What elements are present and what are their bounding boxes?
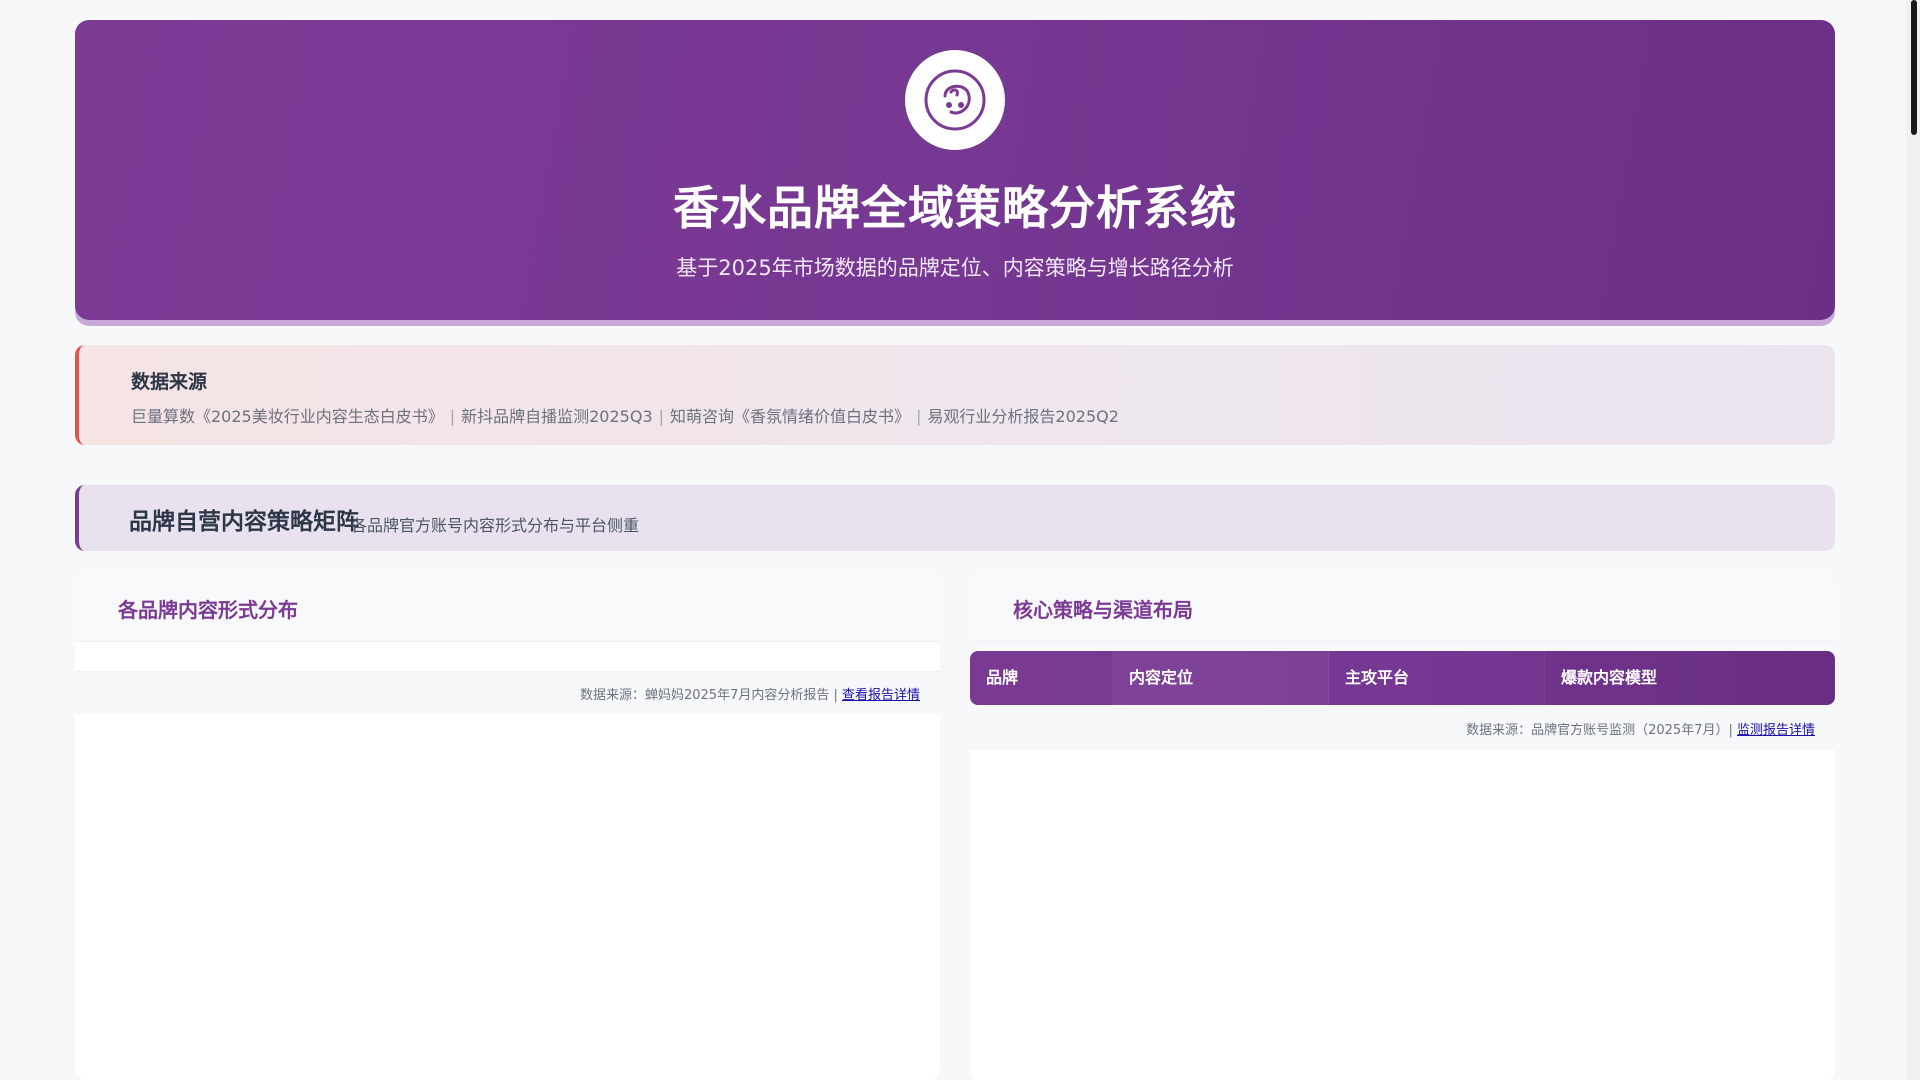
- scrollbar-thumb[interactable]: [1911, 0, 1917, 135]
- perfume-face-icon: [924, 69, 986, 131]
- section-title: 品牌自营内容策略矩阵: [129, 509, 359, 535]
- data-sources-panel: 数据来源 巨量算数《2025美妆行业内容生态白皮书》 | 新抖品牌自播监测2025Q…: [75, 345, 1835, 445]
- data-sources-title: 数据来源: [131, 371, 208, 393]
- card-title: 核心策略与渠道布局: [1013, 598, 1193, 622]
- column-header-brand: 品牌: [970, 651, 1113, 705]
- content-format-card: 各品牌内容形式分布 数据来源：蝉妈妈2025年7月内容分析报告 | 查看报告详情: [75, 572, 940, 1080]
- column-header-viral-model: 爆款内容模型: [1545, 651, 1835, 705]
- page-subtitle: 基于2025年市场数据的品牌定位、内容策略与增长路径分析: [676, 256, 1234, 280]
- source-item: 新抖品牌自播监测2025Q3: [461, 407, 653, 426]
- monitoring-report-link[interactable]: 监测报告详情: [1737, 723, 1815, 738]
- logo: [905, 50, 1005, 150]
- source-separator: |: [449, 407, 456, 426]
- report-detail-link[interactable]: 查看报告详情: [842, 688, 920, 703]
- source-note: 数据来源：蝉妈妈2025年7月内容分析报告 | 查看报告详情: [580, 684, 920, 703]
- source-separator: |: [916, 407, 922, 426]
- source-item: 巨量算数《2025美妆行业内容生态白皮书》: [131, 407, 444, 426]
- column-header-platform: 主攻平台: [1329, 651, 1545, 705]
- strategy-channel-card: 核心策略与渠道布局 品牌 内容定位 主攻平台 爆款内容模型 数据来源：品牌官方账…: [970, 572, 1835, 1080]
- card-title: 各品牌内容形式分布: [118, 598, 298, 622]
- strategy-table-header: 品牌 内容定位 主攻平台 爆款内容模型: [970, 651, 1835, 705]
- page: 香水品牌全域策略分析系统 基于2025年市场数据的品牌定位、内容策略与增长路径分…: [0, 0, 1920, 1080]
- source-note-text: 数据来源：品牌官方账号监测（2025年7月）|: [1466, 723, 1737, 738]
- source-note-text: 数据来源：蝉妈妈2025年7月内容分析报告 |: [579, 688, 842, 703]
- column-header-positioning: 内容定位: [1113, 651, 1329, 705]
- chart-container: [75, 714, 940, 1080]
- header-banner: 香水品牌全域策略分析系统 基于2025年市场数据的品牌定位、内容策略与增长路径分…: [75, 20, 1835, 320]
- chart-area: [75, 642, 940, 672]
- section-description: 各品牌官方账号内容形式分布与平台侧重: [351, 516, 640, 535]
- source-separator: |: [658, 407, 665, 426]
- table-body: [970, 750, 1835, 1080]
- vertical-scrollbar[interactable]: [1906, 0, 1920, 1080]
- page-title: 香水品牌全域策略分析系统: [673, 181, 1237, 235]
- data-sources-list: 巨量算数《2025美妆行业内容生态白皮书》 | 新抖品牌自播监测2025Q3 | 知萌咨…: [131, 403, 1119, 427]
- section-header: 品牌自营内容策略矩阵 各品牌官方账号内容形式分布与平台侧重: [75, 485, 1835, 551]
- source-note: 数据来源：品牌官方账号监测（2025年7月）| 监测报告详情: [1466, 719, 1815, 738]
- source-item: 易观行业分析报告2025Q2: [927, 407, 1119, 426]
- source-item: 知萌咨询《香氛情绪价值白皮书》: [670, 407, 911, 426]
